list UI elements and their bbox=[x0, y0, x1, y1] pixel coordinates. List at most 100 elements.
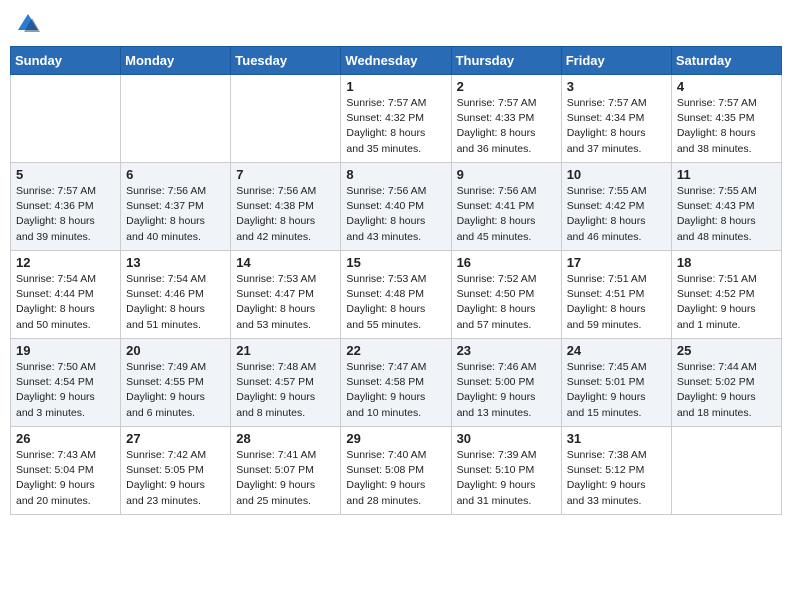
page-header bbox=[10, 10, 782, 38]
day-number: 14 bbox=[236, 255, 335, 270]
calendar-cell: 16 Sunrise: 7:52 AM Sunset: 4:50 PM Dayli… bbox=[451, 251, 561, 339]
day-info: Sunrise: 7:46 AM Sunset: 5:00 PM Dayligh… bbox=[457, 360, 556, 421]
day-number: 10 bbox=[567, 167, 666, 182]
day-number: 31 bbox=[567, 431, 666, 446]
day-info: Sunrise: 7:38 AM Sunset: 5:12 PM Dayligh… bbox=[567, 448, 666, 509]
calendar-cell: 5 Sunrise: 7:57 AM Sunset: 4:36 PM Daylig… bbox=[11, 163, 121, 251]
day-info: Sunrise: 7:56 AM Sunset: 4:40 PM Dayligh… bbox=[346, 184, 445, 245]
day-info: Sunrise: 7:49 AM Sunset: 4:55 PM Dayligh… bbox=[126, 360, 225, 421]
calendar-cell: 8 Sunrise: 7:56 AM Sunset: 4:40 PM Daylig… bbox=[341, 163, 451, 251]
day-info: Sunrise: 7:52 AM Sunset: 4:50 PM Dayligh… bbox=[457, 272, 556, 333]
calendar-cell: 26 Sunrise: 7:43 AM Sunset: 5:04 PM Dayli… bbox=[11, 427, 121, 515]
day-number: 25 bbox=[677, 343, 776, 358]
day-info: Sunrise: 7:44 AM Sunset: 5:02 PM Dayligh… bbox=[677, 360, 776, 421]
day-number: 9 bbox=[457, 167, 556, 182]
calendar-cell bbox=[671, 427, 781, 515]
calendar-cell: 31 Sunrise: 7:38 AM Sunset: 5:12 PM Dayli… bbox=[561, 427, 671, 515]
weekday-header-thursday: Thursday bbox=[451, 47, 561, 75]
day-number: 27 bbox=[126, 431, 225, 446]
day-number: 16 bbox=[457, 255, 556, 270]
day-info: Sunrise: 7:57 AM Sunset: 4:32 PM Dayligh… bbox=[346, 96, 445, 157]
calendar-cell: 10 Sunrise: 7:55 AM Sunset: 4:42 PM Dayli… bbox=[561, 163, 671, 251]
calendar-cell: 17 Sunrise: 7:51 AM Sunset: 4:51 PM Dayli… bbox=[561, 251, 671, 339]
day-number: 23 bbox=[457, 343, 556, 358]
day-number: 7 bbox=[236, 167, 335, 182]
day-info: Sunrise: 7:50 AM Sunset: 4:54 PM Dayligh… bbox=[16, 360, 115, 421]
day-info: Sunrise: 7:45 AM Sunset: 5:01 PM Dayligh… bbox=[567, 360, 666, 421]
weekday-header-monday: Monday bbox=[121, 47, 231, 75]
calendar-cell: 15 Sunrise: 7:53 AM Sunset: 4:48 PM Dayli… bbox=[341, 251, 451, 339]
calendar-cell: 14 Sunrise: 7:53 AM Sunset: 4:47 PM Dayli… bbox=[231, 251, 341, 339]
calendar-cell: 4 Sunrise: 7:57 AM Sunset: 4:35 PM Daylig… bbox=[671, 75, 781, 163]
logo bbox=[14, 10, 46, 38]
day-info: Sunrise: 7:51 AM Sunset: 4:52 PM Dayligh… bbox=[677, 272, 776, 333]
day-number: 20 bbox=[126, 343, 225, 358]
day-number: 21 bbox=[236, 343, 335, 358]
day-number: 29 bbox=[346, 431, 445, 446]
day-number: 3 bbox=[567, 79, 666, 94]
day-number: 15 bbox=[346, 255, 445, 270]
day-info: Sunrise: 7:39 AM Sunset: 5:10 PM Dayligh… bbox=[457, 448, 556, 509]
calendar-cell: 24 Sunrise: 7:45 AM Sunset: 5:01 PM Dayli… bbox=[561, 339, 671, 427]
day-number: 8 bbox=[346, 167, 445, 182]
day-number: 18 bbox=[677, 255, 776, 270]
day-number: 19 bbox=[16, 343, 115, 358]
calendar-cell: 9 Sunrise: 7:56 AM Sunset: 4:41 PM Daylig… bbox=[451, 163, 561, 251]
day-number: 11 bbox=[677, 167, 776, 182]
day-info: Sunrise: 7:43 AM Sunset: 5:04 PM Dayligh… bbox=[16, 448, 115, 509]
day-number: 12 bbox=[16, 255, 115, 270]
day-number: 13 bbox=[126, 255, 225, 270]
calendar-cell bbox=[121, 75, 231, 163]
day-number: 4 bbox=[677, 79, 776, 94]
weekday-header-friday: Friday bbox=[561, 47, 671, 75]
calendar-cell: 11 Sunrise: 7:55 AM Sunset: 4:43 PM Dayli… bbox=[671, 163, 781, 251]
day-number: 28 bbox=[236, 431, 335, 446]
calendar-cell: 20 Sunrise: 7:49 AM Sunset: 4:55 PM Dayli… bbox=[121, 339, 231, 427]
day-info: Sunrise: 7:42 AM Sunset: 5:05 PM Dayligh… bbox=[126, 448, 225, 509]
calendar-cell: 28 Sunrise: 7:41 AM Sunset: 5:07 PM Dayli… bbox=[231, 427, 341, 515]
day-info: Sunrise: 7:53 AM Sunset: 4:48 PM Dayligh… bbox=[346, 272, 445, 333]
calendar-cell: 1 Sunrise: 7:57 AM Sunset: 4:32 PM Daylig… bbox=[341, 75, 451, 163]
day-number: 6 bbox=[126, 167, 225, 182]
day-info: Sunrise: 7:57 AM Sunset: 4:34 PM Dayligh… bbox=[567, 96, 666, 157]
calendar: SundayMondayTuesdayWednesdayThursdayFrid… bbox=[10, 46, 782, 515]
day-info: Sunrise: 7:56 AM Sunset: 4:38 PM Dayligh… bbox=[236, 184, 335, 245]
weekday-header-wednesday: Wednesday bbox=[341, 47, 451, 75]
day-number: 1 bbox=[346, 79, 445, 94]
calendar-cell: 7 Sunrise: 7:56 AM Sunset: 4:38 PM Daylig… bbox=[231, 163, 341, 251]
day-info: Sunrise: 7:53 AM Sunset: 4:47 PM Dayligh… bbox=[236, 272, 335, 333]
day-number: 24 bbox=[567, 343, 666, 358]
day-info: Sunrise: 7:51 AM Sunset: 4:51 PM Dayligh… bbox=[567, 272, 666, 333]
calendar-cell: 23 Sunrise: 7:46 AM Sunset: 5:00 PM Dayli… bbox=[451, 339, 561, 427]
calendar-cell: 27 Sunrise: 7:42 AM Sunset: 5:05 PM Dayli… bbox=[121, 427, 231, 515]
day-number: 2 bbox=[457, 79, 556, 94]
day-info: Sunrise: 7:56 AM Sunset: 4:41 PM Dayligh… bbox=[457, 184, 556, 245]
weekday-header-sunday: Sunday bbox=[11, 47, 121, 75]
calendar-cell: 22Sunrise: 7:47 AM Sunset: 4:58 PM Dayli… bbox=[341, 339, 451, 427]
day-info: Sunrise: 7:57 AM Sunset: 4:35 PM Dayligh… bbox=[677, 96, 776, 157]
day-number: 5 bbox=[16, 167, 115, 182]
calendar-cell: 29 Sunrise: 7:40 AM Sunset: 5:08 PM Dayli… bbox=[341, 427, 451, 515]
calendar-cell: 18 Sunrise: 7:51 AM Sunset: 4:52 PM Dayli… bbox=[671, 251, 781, 339]
day-info: Sunrise: 7:57 AM Sunset: 4:36 PM Dayligh… bbox=[16, 184, 115, 245]
day-info: Sunrise: 7:57 AM Sunset: 4:33 PM Dayligh… bbox=[457, 96, 556, 157]
logo-icon bbox=[14, 10, 42, 38]
calendar-cell: 13 Sunrise: 7:54 AM Sunset: 4:46 PM Dayli… bbox=[121, 251, 231, 339]
day-info: Sunrise: 7:54 AM Sunset: 4:46 PM Dayligh… bbox=[126, 272, 225, 333]
day-number: 30 bbox=[457, 431, 556, 446]
calendar-cell: 21 Sunrise: 7:48 AM Sunset: 4:57 PM Dayli… bbox=[231, 339, 341, 427]
day-info: Sunrise: 7:56 AM Sunset: 4:37 PM Dayligh… bbox=[126, 184, 225, 245]
day-number: 17 bbox=[567, 255, 666, 270]
day-number: 22 bbox=[346, 343, 445, 358]
calendar-cell bbox=[231, 75, 341, 163]
day-info: Sunrise: 7:41 AM Sunset: 5:07 PM Dayligh… bbox=[236, 448, 335, 509]
day-info: Sunrise: 7:48 AM Sunset: 4:57 PM Dayligh… bbox=[236, 360, 335, 421]
day-info: Sunrise: 7:55 AM Sunset: 4:43 PM Dayligh… bbox=[677, 184, 776, 245]
day-number: 26 bbox=[16, 431, 115, 446]
calendar-cell bbox=[11, 75, 121, 163]
calendar-cell: 6 Sunrise: 7:56 AM Sunset: 4:37 PM Daylig… bbox=[121, 163, 231, 251]
calendar-cell: 25 Sunrise: 7:44 AM Sunset: 5:02 PM Dayli… bbox=[671, 339, 781, 427]
day-info: Sunrise: 7:40 AM Sunset: 5:08 PM Dayligh… bbox=[346, 448, 445, 509]
calendar-cell: 12Sunrise: 7:54 AM Sunset: 4:44 PM Dayli… bbox=[11, 251, 121, 339]
day-info: Sunrise: 7:55 AM Sunset: 4:42 PM Dayligh… bbox=[567, 184, 666, 245]
